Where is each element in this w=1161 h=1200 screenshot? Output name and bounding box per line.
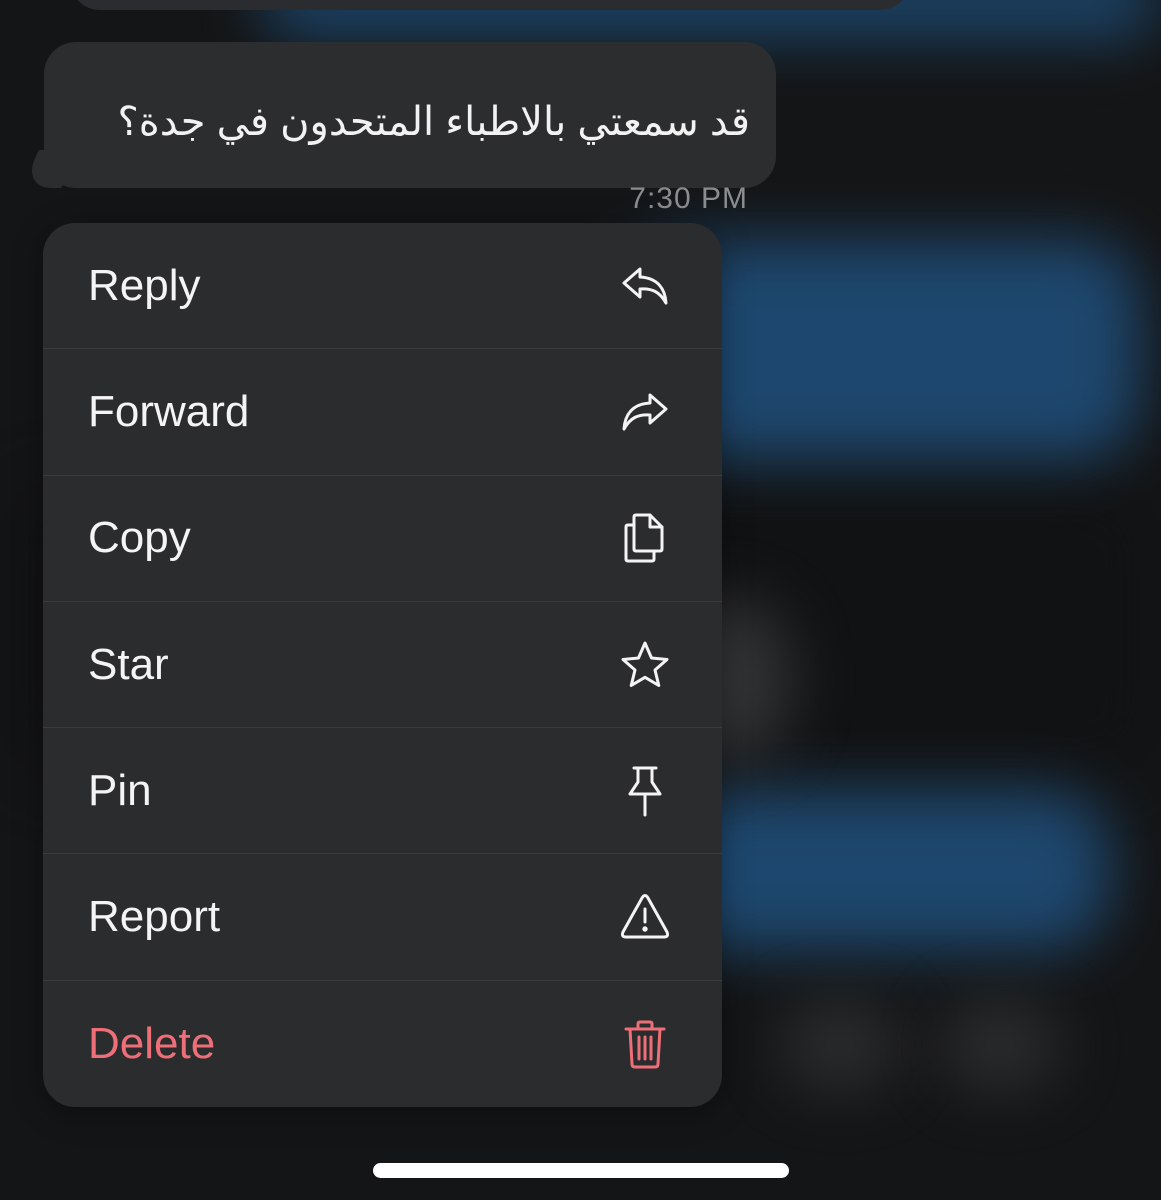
warning-icon: [618, 890, 672, 944]
menu-item-label: Reply: [88, 260, 201, 310]
menu-item-star[interactable]: Star: [43, 602, 722, 729]
message-text: قد سمعتي بالاطباء المتحدون في جدة؟: [117, 100, 750, 144]
previous-message-bubble: [70, 0, 910, 10]
menu-item-label: Delete: [88, 1018, 216, 1068]
reply-icon: [618, 259, 672, 313]
menu-item-forward[interactable]: Forward: [43, 349, 722, 476]
copy-icon: [618, 511, 672, 565]
menu-item-report[interactable]: Report: [43, 854, 722, 981]
trash-icon: [618, 1017, 672, 1071]
menu-item-label: Pin: [88, 765, 152, 815]
message-timestamp: 7:30 PM: [629, 182, 748, 215]
home-indicator[interactable]: [373, 1163, 789, 1178]
menu-item-copy[interactable]: Copy: [43, 476, 722, 602]
context-menu: Reply Forward Copy Star Pin Report Delet…: [43, 223, 722, 1107]
menu-item-label: Forward: [88, 386, 250, 436]
background-bubble-blur: [780, 1000, 900, 1090]
star-icon: [618, 638, 672, 692]
background-bubble-blur: [940, 1000, 1060, 1090]
message-bubble[interactable]: قد سمعتي بالاطباء المتحدون في جدة؟ 7:30 …: [44, 42, 776, 215]
menu-item-reply[interactable]: Reply: [43, 223, 722, 350]
forward-icon: [618, 385, 672, 439]
menu-item-label: Star: [88, 639, 169, 689]
menu-item-pin[interactable]: Pin: [43, 728, 722, 855]
menu-item-label: Copy: [88, 513, 191, 563]
menu-item-delete[interactable]: Delete: [43, 981, 722, 1107]
pin-icon: [618, 764, 672, 818]
menu-item-label: Report: [88, 892, 221, 942]
